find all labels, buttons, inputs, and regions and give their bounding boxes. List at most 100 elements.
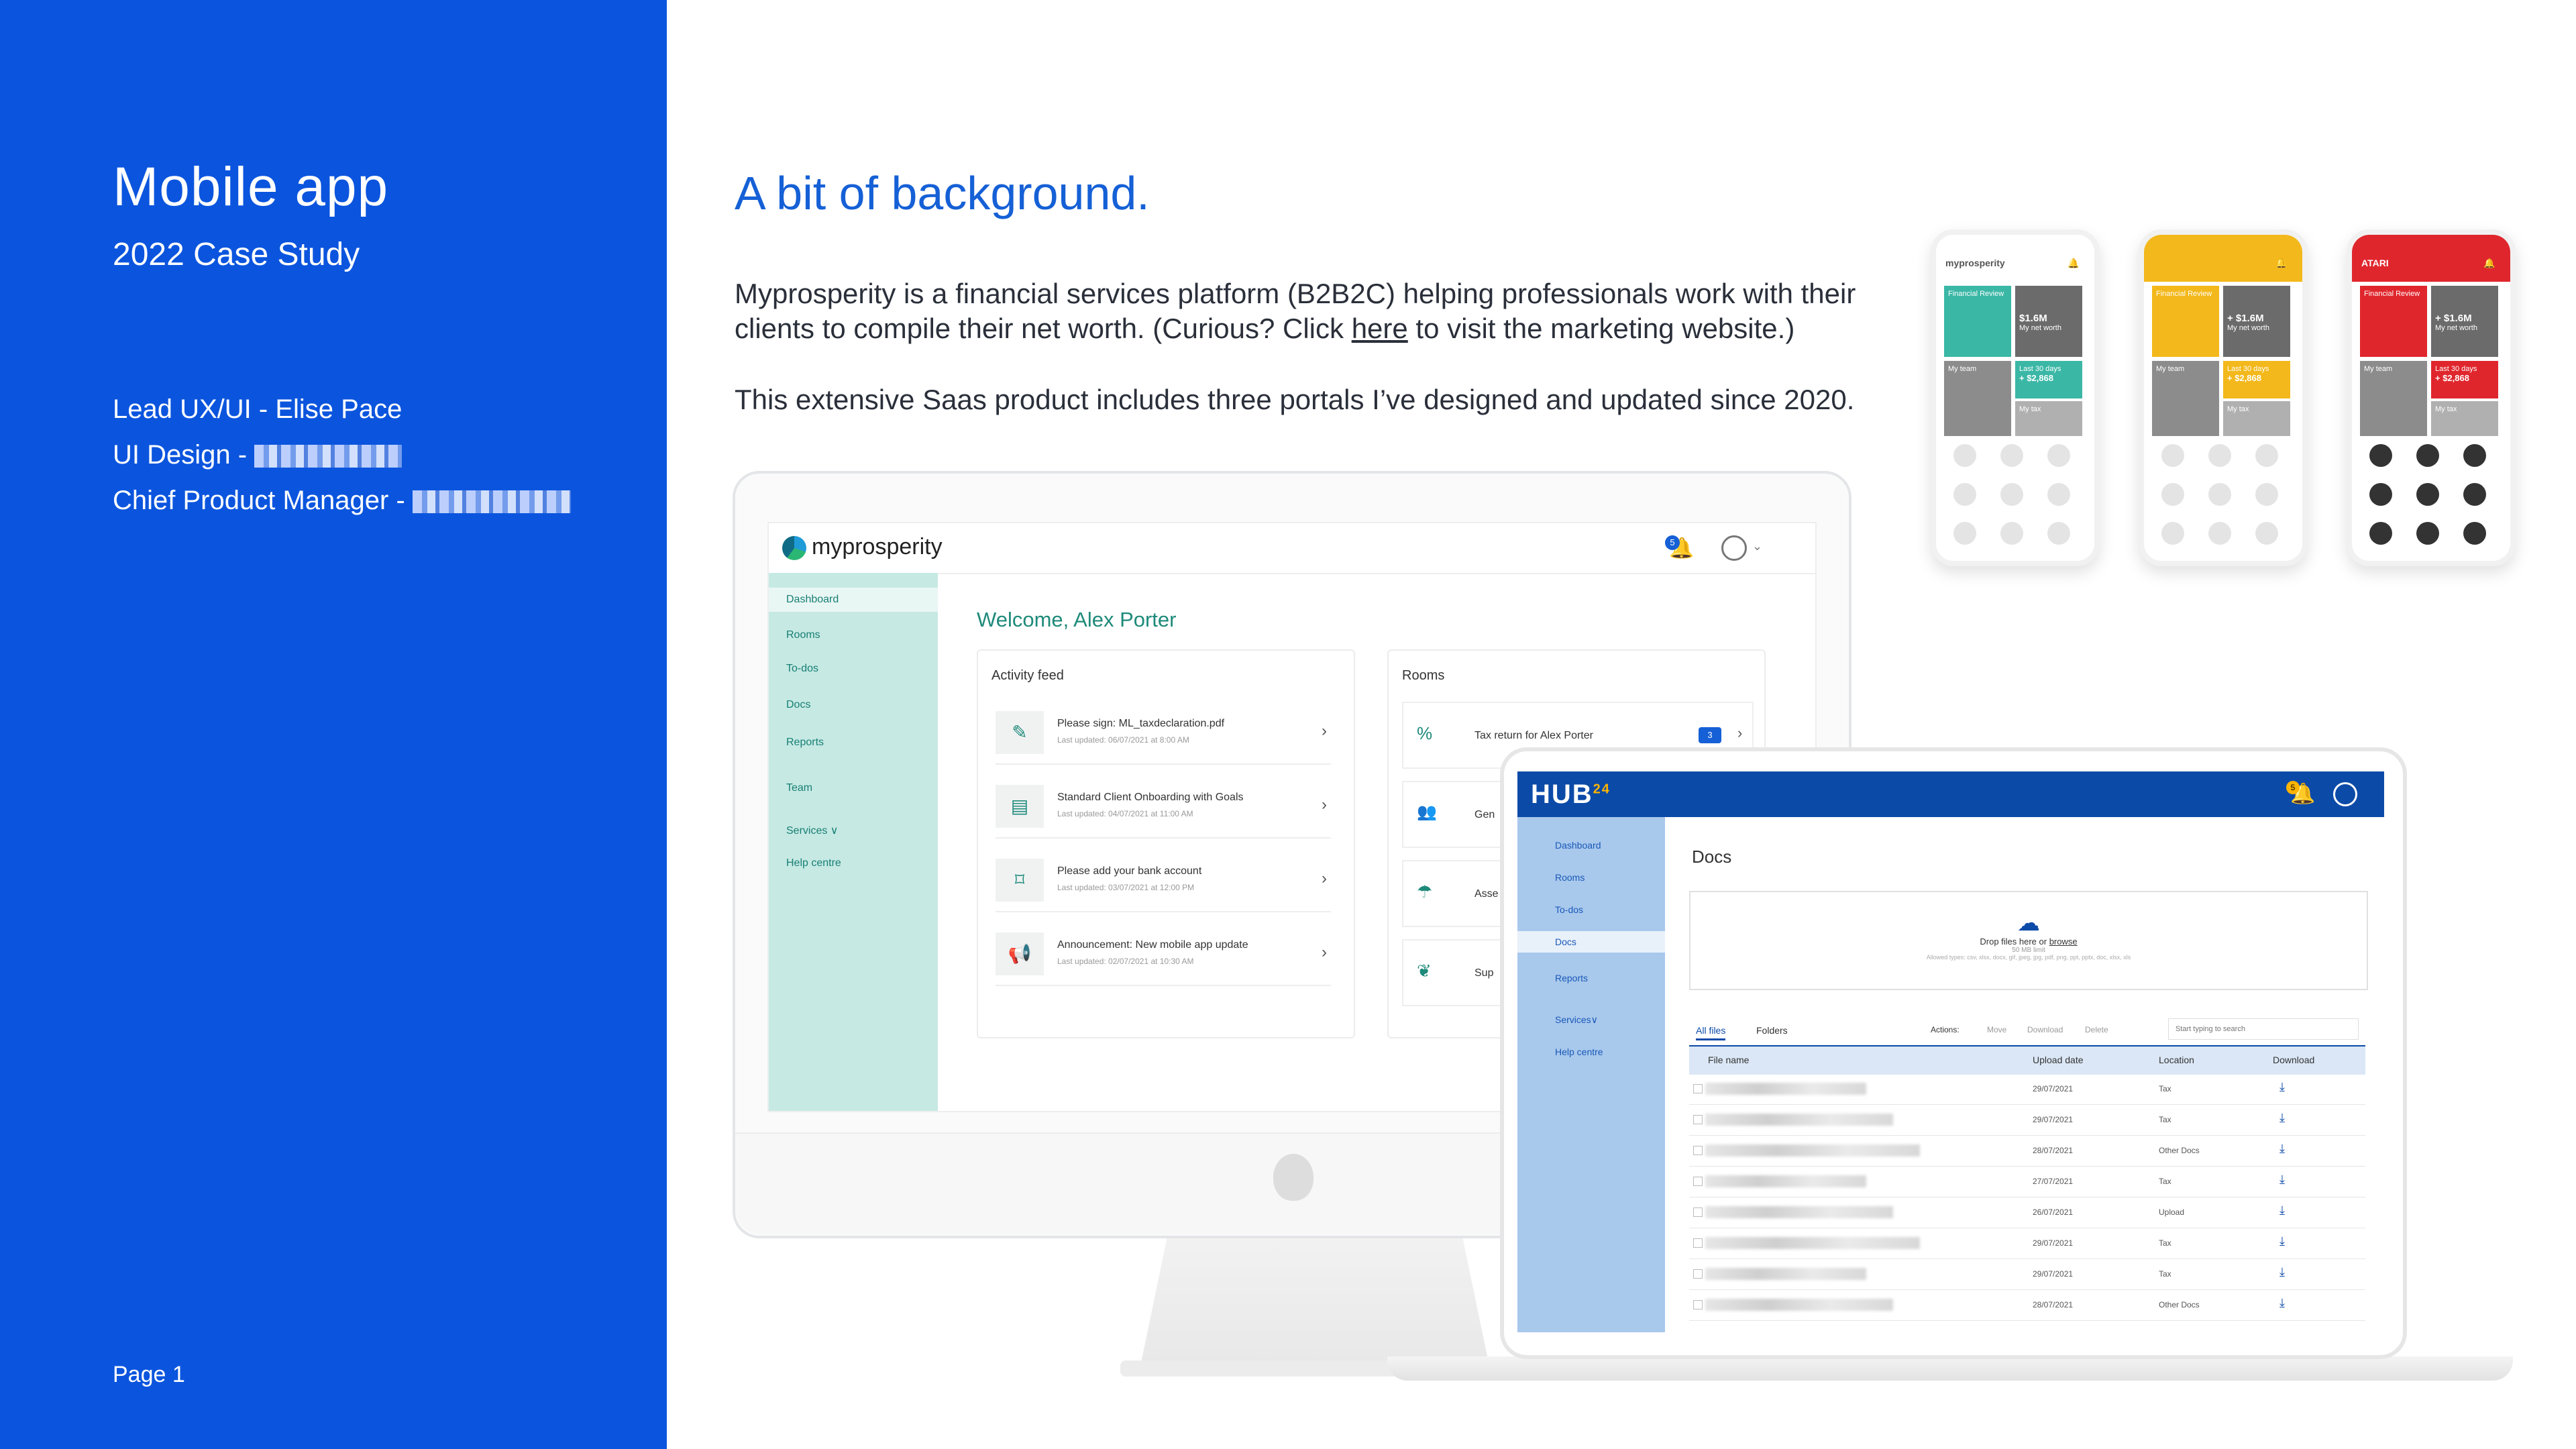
download-icon[interactable]: ⤓ [2279,1080,2285,1094]
room-label: Tax return for Alex Porter [1474,730,1593,741]
download-icon[interactable]: ⤓ [2279,1203,2285,1218]
row-location: Tax [2159,1115,2171,1124]
sidebar-item-services[interactable]: Services ∨ [786,824,839,837]
tab-all-files[interactable]: All files [1696,1025,1726,1040]
sidebar-item-rooms[interactable]: Rooms [786,629,820,641]
activity-sub: Last updated: 02/07/2021 at 10:30 AM [1057,957,1194,966]
move-button[interactable]: Move [1987,1025,2006,1034]
activity-item[interactable]: ✎ Please sign: ML_taxdeclaration.pdf Las… [996,702,1331,765]
row-checkbox[interactable] [1693,1177,1703,1186]
activity-item[interactable]: ▤ Standard Client Onboarding with Goals … [996,775,1331,839]
sidebar-item-reports[interactable]: Reports [786,737,824,749]
row-date: 28/07/2021 [2033,1146,2074,1155]
para-line-2: clients to compile their net worth. (Cur… [735,311,1875,346]
hub-logo-text: HUB [1531,780,1593,809]
row-checkbox[interactable] [1693,1208,1703,1217]
table-row[interactable]: 29/07/2021 Tax ⤓ [1689,1258,2365,1290]
hub24-docs-screen: HUB24 🔔 5 Dashboard Rooms To-dos Docs Re… [1517,771,2384,1332]
sidebar-item-docs[interactable]: Docs [1517,931,1665,953]
row-checkbox[interactable] [1693,1115,1703,1124]
car-icon [2369,444,2392,467]
table-row[interactable]: 28/07/2021 Other Docs ⤓ [1689,1135,2365,1167]
para-line-1: Myprosperity is a financial services pla… [735,278,1856,309]
delete-button[interactable]: Delete [2085,1025,2108,1034]
tile-sub: My net worth [2435,324,2477,332]
download-icon[interactable]: ⤓ [2279,1265,2285,1279]
trophy-icon [2416,444,2439,467]
row-date: 29/07/2021 [2033,1115,2074,1124]
marketing-website-link[interactable]: here [1352,313,1408,344]
document-icon [2047,444,2070,467]
sidebar-item-dashboard[interactable]: Dashboard [769,588,938,612]
room-label: Sup [1474,967,1494,979]
drop-types: Allowed types: csv, xlsx, docx, gif, jpe… [1926,954,2131,961]
row-checkbox[interactable] [1693,1084,1703,1093]
sidebar-item-docs[interactable]: Docs [786,699,810,711]
col-upload-date[interactable]: Upload date [2033,1055,2084,1065]
download-icon[interactable]: ⤓ [2279,1234,2285,1248]
col-download[interactable]: Download [2273,1055,2314,1065]
sidebar-item-rooms[interactable]: Rooms [1555,872,1585,883]
download-icon[interactable]: ⤓ [2279,1111,2285,1125]
browse-link[interactable]: browse [2049,936,2078,947]
col-file-name[interactable]: File name [1708,1055,1749,1065]
col-location[interactable]: Location [2159,1055,2194,1065]
tile-value: + $2,868 [2019,373,2053,383]
file-dropzone[interactable]: ☁ Drop files here or browse 50 MB limit … [1689,891,2368,990]
redacted-file-name [1705,1237,1920,1249]
activity-item[interactable]: ⌑ Please add your bank account Last upda… [996,849,1331,912]
sidebar-item-todos[interactable]: To-dos [1555,904,1583,915]
sidebar-item-todos[interactable]: To-dos [786,663,818,675]
phone-mockup: ATARI 🔔 Financial Review + $1.6M My net wort… [2347,229,2516,566]
chevron-down-icon[interactable]: ⌄ [1752,539,1762,553]
tab-folders[interactable]: Folders [1756,1025,1788,1036]
people-icon [2369,522,2392,545]
sidebar-item-dashboard[interactable]: Dashboard [1555,840,1601,851]
bookmark-icon: ⌑ [996,859,1044,902]
avatar-icon[interactable] [2333,782,2357,806]
table-row[interactable]: 27/07/2021 Tax ⤓ [1689,1166,2365,1197]
table-row[interactable]: 26/07/2021 Upload ⤓ [1689,1197,2365,1228]
my-tax-tile: My tax [2223,401,2290,436]
sidebar-item-services[interactable]: Services∨ [1555,1014,1598,1026]
row-date: 26/07/2021 [2033,1208,2074,1217]
rooms-title: Rooms [1402,668,1445,683]
download-icon[interactable]: ⤓ [2279,1142,2285,1156]
chevron-right-icon: › [1322,943,1327,961]
activity-feed-title: Activity feed [991,668,1064,683]
download-button[interactable]: Download [2027,1025,2063,1034]
umbrella-icon [2255,483,2278,506]
hub-topbar: HUB24 🔔 5 [1517,771,2384,817]
sidebar-item-help[interactable]: Help centre [786,857,841,869]
document-icon [2255,444,2278,467]
row-checkbox[interactable] [1693,1300,1703,1309]
table-row[interactable]: 29/07/2021 Tax ⤓ [1689,1104,2365,1136]
row-location: Other Docs [2159,1300,2200,1309]
row-checkbox[interactable] [1693,1238,1703,1248]
activity-sub: Last updated: 06/07/2021 at 8:00 AM [1057,735,1189,745]
download-icon[interactable]: ⤓ [2279,1173,2285,1187]
search-input[interactable] [2168,1018,2359,1040]
sidebar-item-reports[interactable]: Reports [1555,973,1588,983]
table-row[interactable]: 28/07/2021 Other Docs ⤓ [1689,1289,2365,1321]
tile-text: My tax [2435,405,2457,413]
tile-sub: Last 30 days [2435,365,2477,373]
sidebar-item-help[interactable]: Help centre [1555,1046,1603,1057]
activity-item[interactable]: 📢 Announcement: New mobile app update La… [996,923,1331,986]
sidebar-item-team[interactable]: Team [786,782,812,794]
download-icon[interactable]: ⤓ [2279,1296,2285,1310]
case-study-title: Mobile app [113,156,389,217]
home-icon [2208,522,2231,545]
row-location: Tax [2159,1084,2171,1093]
tile-sub: My net worth [2227,324,2269,332]
avatar-icon[interactable] [1721,535,1747,561]
document-icon: ▤ [996,785,1044,828]
row-checkbox[interactable] [1693,1269,1703,1279]
row-checkbox[interactable] [1693,1146,1703,1155]
table-row[interactable]: 29/07/2021 Tax ⤓ [1689,1228,2365,1259]
table-row[interactable]: 29/07/2021 Tax ⤓ [1689,1073,2365,1105]
mp-sidebar: Dashboard Rooms To-dos Docs Reports Team… [769,573,938,1111]
notification-badge: 5 [1665,535,1680,550]
notification-badge: 5 [2286,781,2300,794]
activity-feed-card: Activity feed ✎ Please sign: ML_taxdecla… [977,649,1355,1038]
